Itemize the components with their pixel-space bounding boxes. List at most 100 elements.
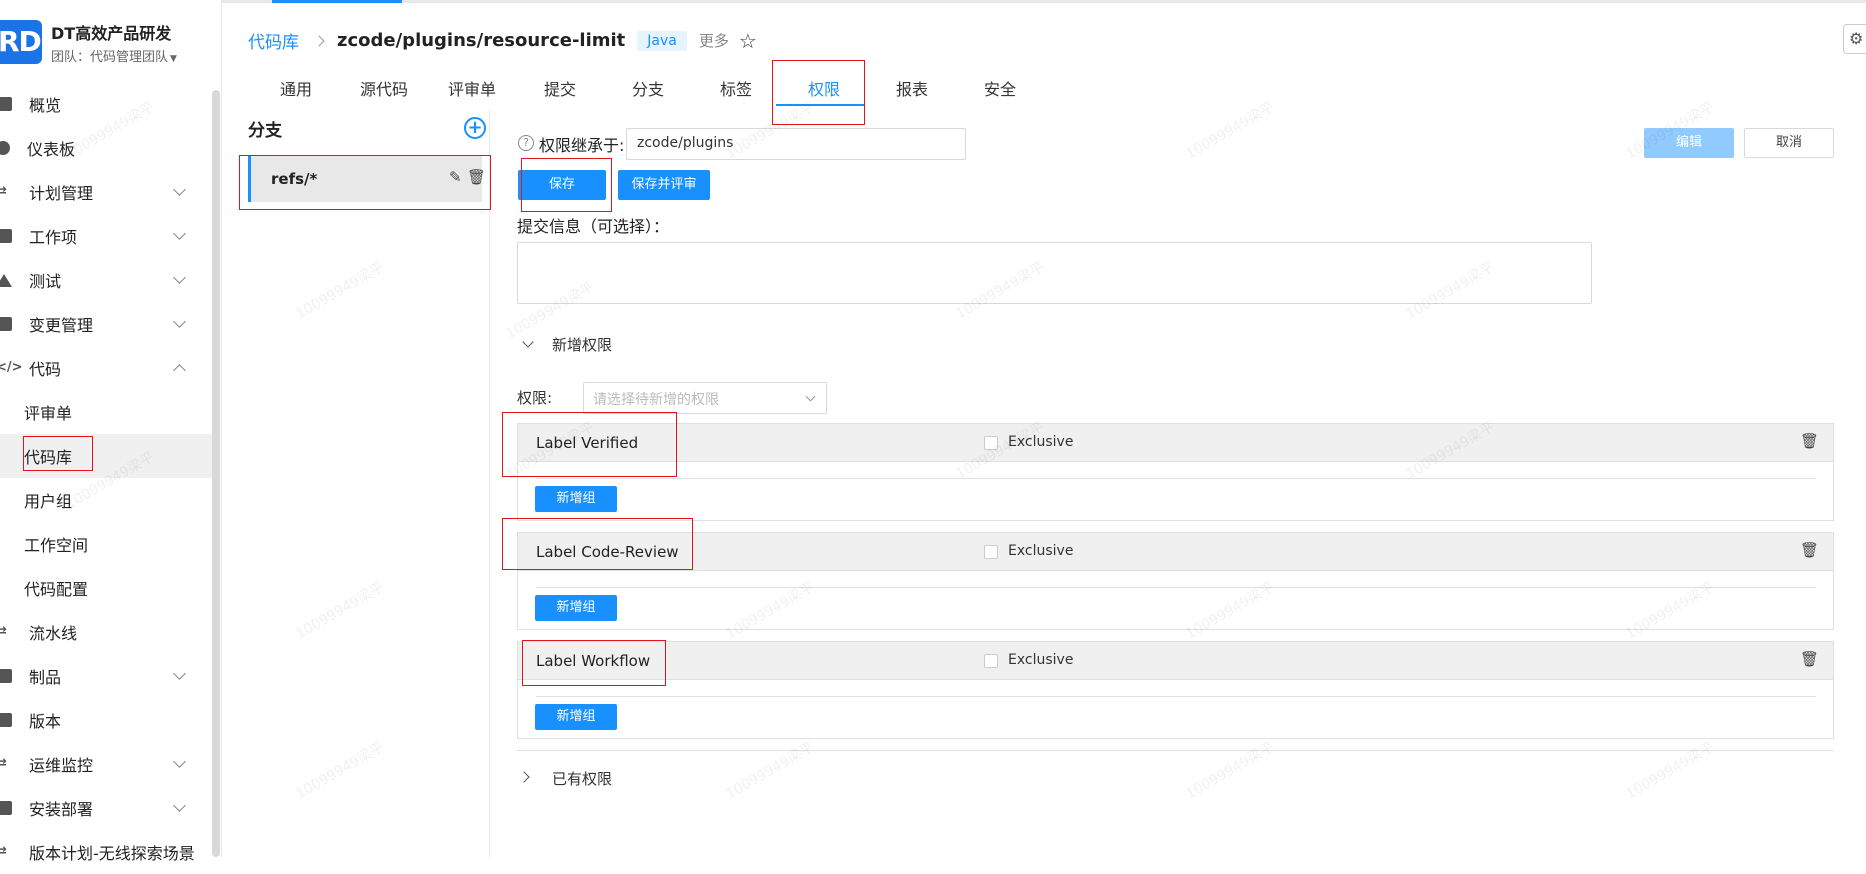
brand-title: DT高效产品研发 [51,24,172,43]
sidebar-item-13[interactable]: 制品 [0,654,212,698]
trash-icon[interactable]: 🗑 [1800,432,1819,450]
save-button[interactable]: 保存 [518,170,606,200]
tab-5[interactable]: 标签 [692,76,780,106]
settings-gear-icon[interactable]: ⚙ [1843,24,1866,54]
sidebar-item-15[interactable]: ⇄ 运维监控 [0,742,212,786]
plan-icon: ⇄ [0,184,7,199]
tab-6[interactable]: 权限 [780,76,868,106]
inherit-label: 权限继承于: [539,136,625,155]
trash-icon[interactable]: 🗑 [1800,541,1819,559]
exclusive-checkbox[interactable] [984,436,998,450]
sidebar-item-9[interactable]: 用户组 [0,478,212,522]
divider [536,587,1816,588]
sidebar-item-label: 测试 [29,272,62,291]
watermark-text: 10099949梁平 [1623,739,1718,803]
exclusive-label: Exclusive [1008,543,1074,559]
sidebar-item-1[interactable]: 仪表板 [0,126,212,170]
sidebar-item-7[interactable]: 评审单 [0,390,212,434]
sidebar: RD DT高效产品研发 团队：代码管理团队 ▼ 概览仪表板 ⇄ 计划管理 工作项测试变更… [0,0,222,863]
cancel-button[interactable]: 取消 [1744,128,1834,158]
label-permission-card: Label Workflow Exclusive 🗑 新增组 [517,641,1834,739]
change-icon [0,317,12,331]
sidebar-item-label: 流水线 [29,624,78,643]
chevron-right-icon [313,34,325,47]
branch-item[interactable]: refs/* ✎ 🗑 [248,156,486,202]
add-branch-icon[interactable]: + [464,117,486,139]
sidebar-item-0[interactable]: 概览 [0,82,212,126]
tab-0[interactable]: 通用 [252,76,340,106]
sidebar-item-label: 用户组 [24,492,73,511]
tab-4[interactable]: 分支 [604,76,692,106]
label-name: Label Workflow [536,652,651,670]
sidebar-item-11[interactable]: 代码配置 [0,566,212,610]
add-group-button[interactable]: 新增组 [535,486,617,512]
existing-permission-section-title[interactable]: 已有权限 [552,768,612,789]
save-and-review-button[interactable]: 保存并评审 [618,170,710,200]
sidebar-item-12[interactable]: ⇄ 流水线 [0,610,212,654]
sidebar-item-10[interactable]: 工作空间 [0,522,212,566]
sidebar-item-4[interactable]: 测试 [0,258,212,302]
add-group-button[interactable]: 新增组 [535,595,617,621]
tab-2[interactable]: 评审单 [428,76,516,106]
sidebar-item-3[interactable]: 工作项 [0,214,212,258]
branch-panel: 分支 + refs/* ✎ 🗑 [222,110,490,857]
language-tag: Java [637,30,687,51]
sidebar-item-16[interactable]: 安装部署 [0,786,212,830]
sidebar-item-label: 仪表板 [27,140,76,159]
tab-8[interactable]: 安全 [956,76,1044,106]
tab-3[interactable]: 提交 [516,76,604,106]
team-switcher[interactable]: 团队：代码管理团队 ▼ [51,46,177,65]
star-icon[interactable]: ☆ [739,29,757,53]
sidebar-item-label: 工作空间 [24,536,89,555]
repo-tabs: 通用 源代码 评审单 提交 分支 标签 权限 报表 安全 [252,76,1044,106]
exclusive-checkbox[interactable] [984,654,998,668]
trash-icon[interactable]: 🗑 [1800,650,1819,668]
label-card-header: Label Code-Review Exclusive 🗑 [518,533,1833,571]
trash-icon[interactable]: 🗑 [467,168,486,186]
chevron-down-icon [173,271,186,284]
chevron-right-icon[interactable] [518,771,530,783]
sidebar-item-label: 评审单 [24,404,73,423]
help-icon[interactable]: ? [518,135,534,151]
chevron-up-icon [173,364,186,377]
exclusive-label: Exclusive [1008,652,1074,668]
label-permission-card: Label Code-Review Exclusive 🗑 新增组 [517,532,1834,630]
chevron-down-icon [173,183,186,196]
sidebar-item-8[interactable]: 代码库 [0,434,212,478]
sidebar-item-2[interactable]: ⇄ 计划管理 [0,170,212,214]
tab-1[interactable]: 源代码 [340,76,428,106]
caret-down-icon: ▼ [170,54,177,64]
inherit-from-field[interactable]: zcode/plugins [626,128,966,160]
brand-logo[interactable]: RD [0,20,42,64]
sidebar-item-6[interactable]: </> 代码 [0,346,212,390]
edit-button[interactable]: 编辑 [1644,128,1734,158]
sidebar-item-label: 制品 [29,668,62,687]
edit-icon[interactable]: ✎ [449,168,462,186]
add-group-button[interactable]: 新增组 [535,704,617,730]
pipeline-icon: ⇄ [0,624,7,639]
add-permission-section-title[interactable]: 新增权限 [552,334,612,355]
sidebar-scrollbar[interactable] [212,90,220,857]
breadcrumb-root-link[interactable]: 代码库 [248,28,299,53]
top-progress-accent [272,0,402,3]
chevron-down-icon[interactable] [522,336,534,348]
divider [536,478,1816,479]
tab-7[interactable]: 报表 [868,76,956,106]
commit-message-label: 提交信息（可选择）： [517,217,670,236]
sidebar-item-5[interactable]: 变更管理 [0,302,212,346]
flask-icon [0,273,12,287]
chevron-down-icon [173,799,186,812]
sidebar-item-14[interactable]: 版本 [0,698,212,742]
exclusive-checkbox[interactable] [984,545,998,559]
dashboard-icon [0,141,10,155]
sidebar-item-label: 安装部署 [29,800,94,819]
permission-label: 权限: [517,389,553,407]
watermark-text: 10099949梁平 [1183,99,1278,163]
sidebar-item-17[interactable]: ⇄ 版本计划-无线探索场景 [0,830,212,874]
permission-select[interactable]: 请选择待新增的权限 [583,382,827,414]
team-label: 团队：代码管理团队 [51,50,169,65]
exclusive-label: Exclusive [1008,434,1074,450]
label-card-header: Label Workflow Exclusive 🗑 [518,642,1833,680]
commit-message-textarea[interactable] [517,242,1592,304]
more-link[interactable]: 更多 [699,30,729,51]
